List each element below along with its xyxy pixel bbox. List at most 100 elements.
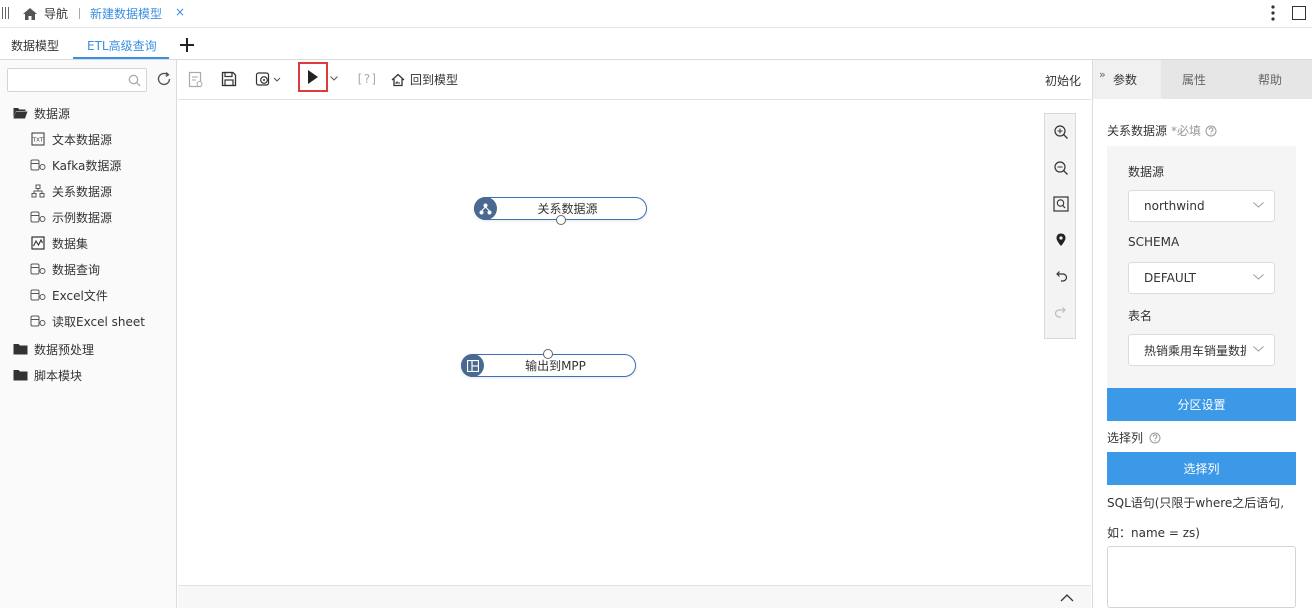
datasource-form: 数据源 northwind SCHEMA DEFAULT 表名 热销乘用车销量数…	[1107, 146, 1296, 389]
tree-item[interactable]: 读取Excel sheet	[30, 310, 145, 332]
more-menu-icon[interactable]	[1268, 4, 1278, 22]
properties-panel: 参数 属性 帮助 » 关系数据源 *必填 数据源 northwind SCHEM…	[1092, 60, 1312, 608]
add-tab-icon[interactable]	[180, 38, 194, 52]
tree-item-label: 数据查询	[52, 262, 101, 277]
tree-item[interactable]: 关系数据源	[30, 180, 112, 202]
db-source-icon	[30, 261, 46, 277]
search-input[interactable]	[7, 68, 147, 92]
tree-item[interactable]: Excel文件	[30, 284, 108, 306]
settings-dropdown-icon[interactable]	[255, 71, 283, 87]
sql-where-input[interactable]	[1107, 546, 1296, 608]
drag-handle-icon[interactable]	[2, 7, 10, 19]
zoom-controls	[1044, 113, 1076, 339]
close-tab-icon[interactable]: ×	[175, 5, 185, 19]
play-icon	[308, 70, 318, 84]
output-panel-bar	[178, 585, 1091, 608]
tab-properties[interactable]: 属性	[1161, 60, 1227, 99]
tree-item[interactable]: 数据源	[12, 102, 70, 124]
node-output-mpp[interactable]: 输出到MPP	[461, 349, 636, 377]
nav-home-tab[interactable]: 导航	[22, 5, 68, 22]
table-value: 热销乘用车销量数据	[1144, 343, 1246, 358]
sql-hint-example: 如：name = zs)	[1107, 526, 1200, 540]
section-title: 关系数据源 *必填	[1107, 122, 1217, 139]
output-port[interactable]	[556, 215, 566, 225]
initialize-button[interactable]: 初始化	[1045, 72, 1081, 89]
home-icon	[23, 7, 37, 20]
txt-file-icon: TXT	[30, 131, 46, 147]
tree-item-label: 文本数据源	[52, 132, 113, 147]
relational-node-icon	[474, 197, 497, 220]
fit-view-icon[interactable]	[1053, 196, 1069, 212]
tree-item[interactable]: 示例数据源	[30, 206, 112, 228]
folder-open-icon	[12, 105, 28, 121]
tree-item-label: Excel文件	[52, 288, 108, 303]
tree-item[interactable]: Kafka数据源	[30, 154, 121, 176]
datasource-select[interactable]: northwind	[1128, 190, 1275, 222]
relational-icon	[30, 183, 46, 199]
tree-item-label: 示例数据源	[52, 210, 113, 225]
schema-select[interactable]: DEFAULT	[1128, 262, 1275, 294]
required-label: *必填	[1171, 124, 1202, 138]
help-button[interactable]: [?]	[356, 72, 378, 86]
partition-settings-button[interactable]: 分区设置	[1107, 388, 1296, 421]
flow-canvas[interactable]: 关系数据源 输出到MPP	[178, 101, 1091, 585]
tree-item-label: 数据源	[34, 106, 71, 121]
svg-text:TXT: TXT	[32, 138, 44, 144]
expand-panel-icon[interactable]: »	[1099, 68, 1106, 81]
panel-tabs: 参数 属性 帮助 »	[1093, 60, 1312, 99]
run-options-chevron-icon[interactable]	[330, 76, 338, 81]
select-columns-button[interactable]: 选择列	[1107, 452, 1296, 485]
tree-item[interactable]: TXT 文本数据源	[30, 128, 112, 150]
refresh-icon[interactable]	[156, 71, 172, 87]
window-tab-bar: 导航 新建数据模型 ×	[0, 0, 1312, 28]
chevron-up-icon[interactable]	[1060, 594, 1074, 602]
tree-item-label: 脚本模块	[34, 368, 83, 383]
tree-item[interactable]: 数据集	[30, 232, 88, 254]
locate-pin-icon[interactable]	[1053, 232, 1069, 248]
save-icon[interactable]	[221, 71, 237, 87]
chevron-down-icon	[1253, 274, 1264, 280]
etl-toolbar: [?] 回到模型 初始化	[178, 60, 1091, 100]
run-button[interactable]	[298, 62, 328, 92]
back-to-model-label: 回到模型	[410, 73, 459, 87]
tree-item[interactable]: 脚本模块	[12, 364, 82, 386]
active-tab-indicator	[73, 57, 169, 59]
tab-help[interactable]: 帮助	[1227, 60, 1312, 99]
editor-tabs: 数据模型 ETL高级查询	[0, 28, 1312, 60]
folder-icon	[12, 367, 28, 383]
table-label: 表名	[1128, 309, 1153, 323]
zoom-out-icon[interactable]	[1053, 160, 1069, 176]
dataset-chart-icon	[30, 235, 46, 251]
search-icon[interactable]	[128, 74, 141, 87]
properties-doc-icon[interactable]	[188, 71, 204, 89]
tree-item[interactable]: 数据预处理	[12, 338, 94, 360]
tree-item-label: 关系数据源	[52, 184, 113, 199]
tab-divider	[79, 8, 80, 19]
section-label: 关系数据源	[1107, 124, 1168, 138]
input-port[interactable]	[543, 349, 553, 359]
redo-icon[interactable]	[1053, 304, 1069, 320]
db-source-icon	[30, 313, 46, 329]
help-circle-icon[interactable]	[1205, 125, 1217, 137]
datasource-label: 数据源	[1128, 165, 1165, 179]
maximize-icon[interactable]	[1292, 6, 1306, 20]
nav-label: 导航	[44, 7, 69, 21]
table-select[interactable]: 热销乘用车销量数据	[1128, 334, 1275, 366]
undo-icon[interactable]	[1053, 268, 1069, 284]
zoom-in-icon[interactable]	[1053, 124, 1069, 140]
help-circle-icon[interactable]	[1149, 432, 1161, 444]
folder-icon	[12, 341, 28, 357]
tree-item-label: 读取Excel sheet	[52, 314, 145, 329]
node-relational-source[interactable]: 关系数据源	[474, 197, 647, 225]
db-source-icon	[30, 157, 46, 173]
tab-etl-query[interactable]: ETL高级查询	[87, 37, 157, 54]
tree-item[interactable]: 数据查询	[30, 258, 100, 280]
back-to-model-button[interactable]: 回到模型	[390, 71, 458, 88]
tab-new-data-model[interactable]: 新建数据模型	[90, 5, 162, 22]
db-source-icon	[30, 287, 46, 303]
datasource-value: northwind	[1144, 199, 1205, 213]
tab-data-model[interactable]: 数据模型	[11, 37, 59, 54]
component-sidebar: 数据源 TXT 文本数据源 Kafka数据源关系数据源示例数据源数据集数据查询 Exce…	[0, 60, 177, 608]
sql-hint: SQL语句(只限于where之后语句,	[1107, 496, 1285, 510]
schema-value: DEFAULT	[1144, 271, 1196, 285]
